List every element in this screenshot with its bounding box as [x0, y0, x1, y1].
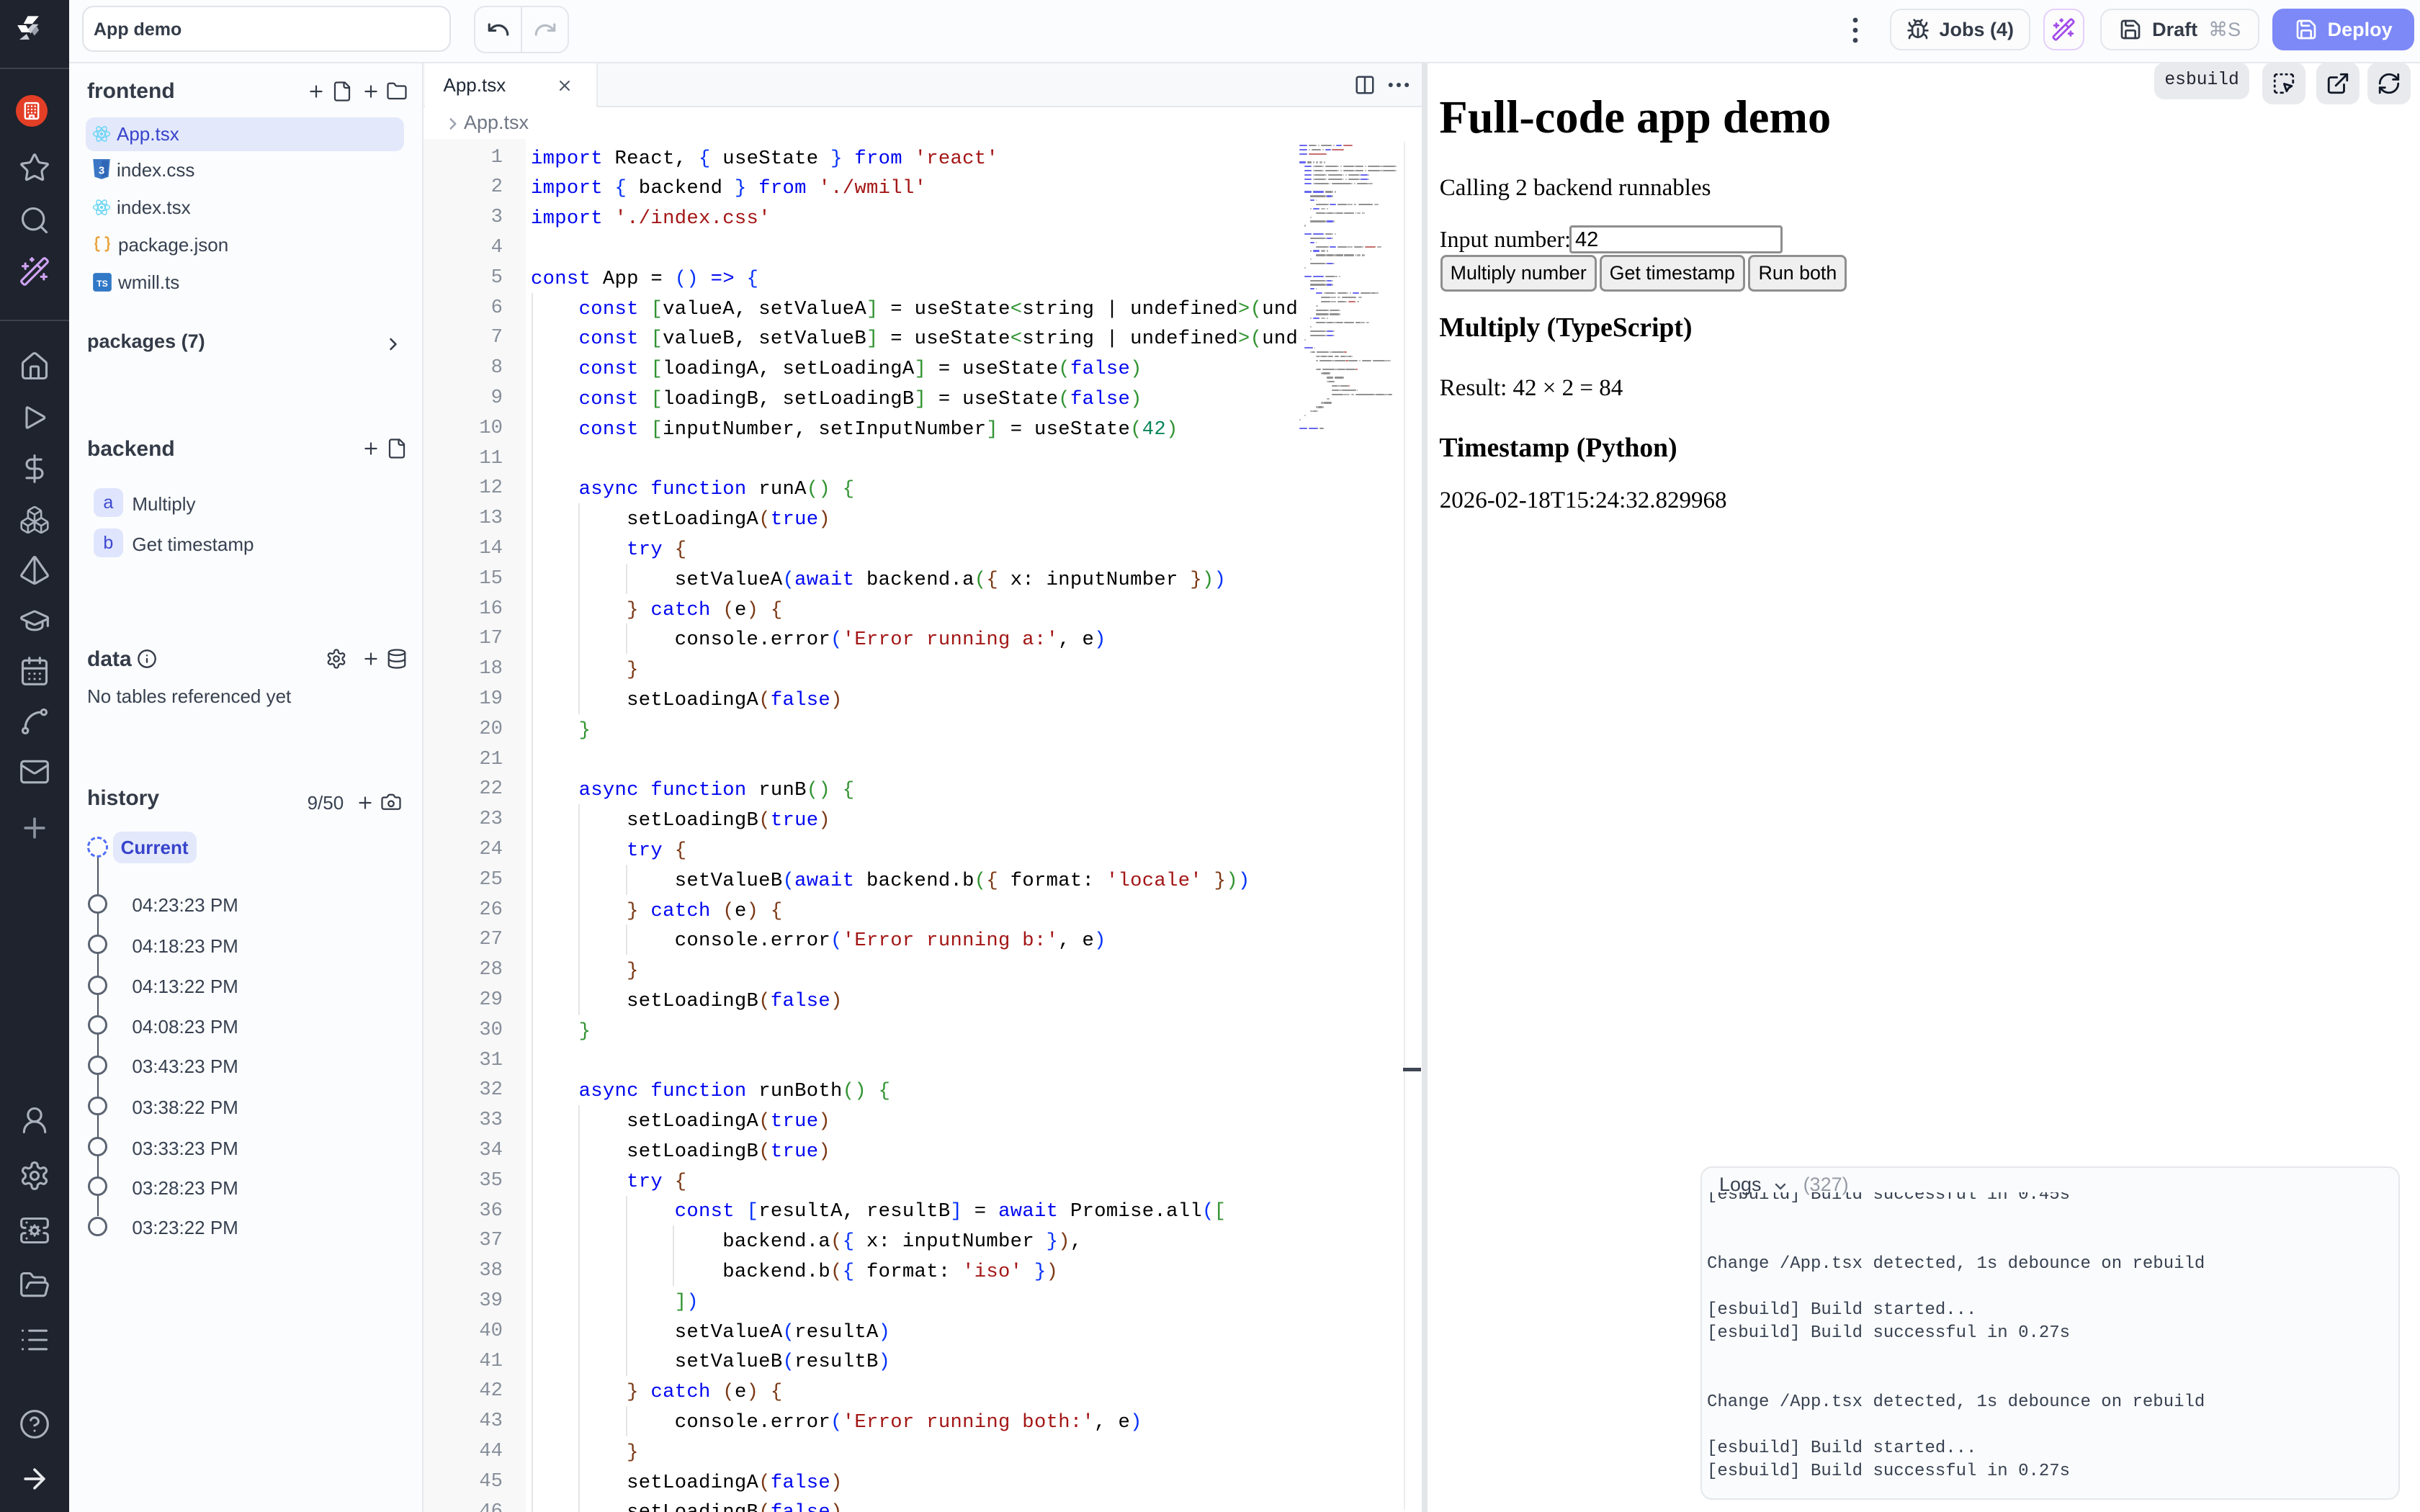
svg-text:3: 3	[99, 164, 104, 176]
svg-text:TS: TS	[97, 279, 108, 289]
